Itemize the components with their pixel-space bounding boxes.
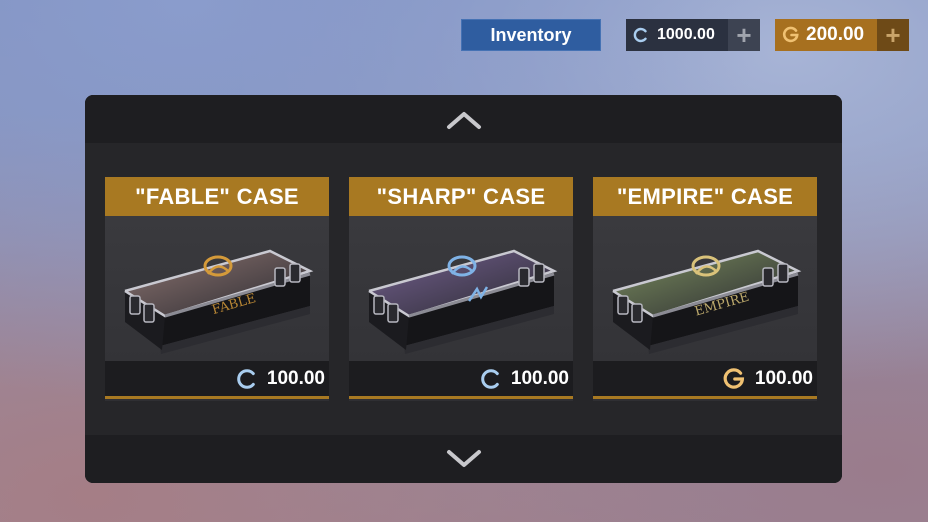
credit-coin-icon [481,368,499,389]
case-box-icon [368,249,558,354]
case-title: "EMPIRE" CASE [593,177,817,216]
gold-balance: 200.00 + [775,19,909,51]
case-price-row: 100.00 [593,361,817,399]
scroll-up-button[interactable] [443,105,485,135]
top-bar: Inventory 1000.00 + 200.00 + [0,19,928,51]
gold-display: 200.00 [775,19,877,51]
case-price: 100.00 [510,367,569,389]
credits-amount: 1000.00 [657,26,715,43]
case-card-fable[interactable]: "FABLE" CASE FABLE 100.00 [105,177,329,401]
case-card-sharp[interactable]: "SHARP" CASE 100.00 [349,177,573,401]
case-title: "FABLE" CASE [105,177,329,216]
gold-coin-icon [782,26,799,43]
case-box-icon: FABLE [124,249,314,354]
gold-amount: 200.00 [806,24,865,45]
chevron-up-icon [447,112,481,129]
case-shop-panel: "FABLE" CASE FABLE 100.00 "SHARP" CASE 1… [85,95,842,483]
add-gold-button[interactable]: + [877,19,909,51]
case-image [349,216,573,361]
scroll-down-button[interactable] [443,444,485,474]
add-credits-button[interactable]: + [728,19,760,51]
case-price: 100.00 [266,367,325,389]
credit-coin-icon [633,27,647,43]
inventory-button[interactable]: Inventory [461,19,601,51]
credits-balance: 1000.00 + [626,19,760,51]
case-price-row: 100.00 [349,361,573,399]
case-price-row: 100.00 [105,361,329,399]
case-price: 100.00 [754,367,813,389]
credit-coin-icon [237,368,255,389]
case-title: "SHARP" CASE [349,177,573,216]
case-image: FABLE [105,216,329,361]
case-box-icon: EMPIRE [612,249,802,354]
case-card-empire[interactable]: "EMPIRE" CASE EMPIRE 100.00 [593,177,817,401]
chevron-down-icon [447,450,481,467]
credits-display: 1000.00 [626,19,728,51]
case-image: EMPIRE [593,216,817,361]
gold-coin-icon [723,367,744,389]
